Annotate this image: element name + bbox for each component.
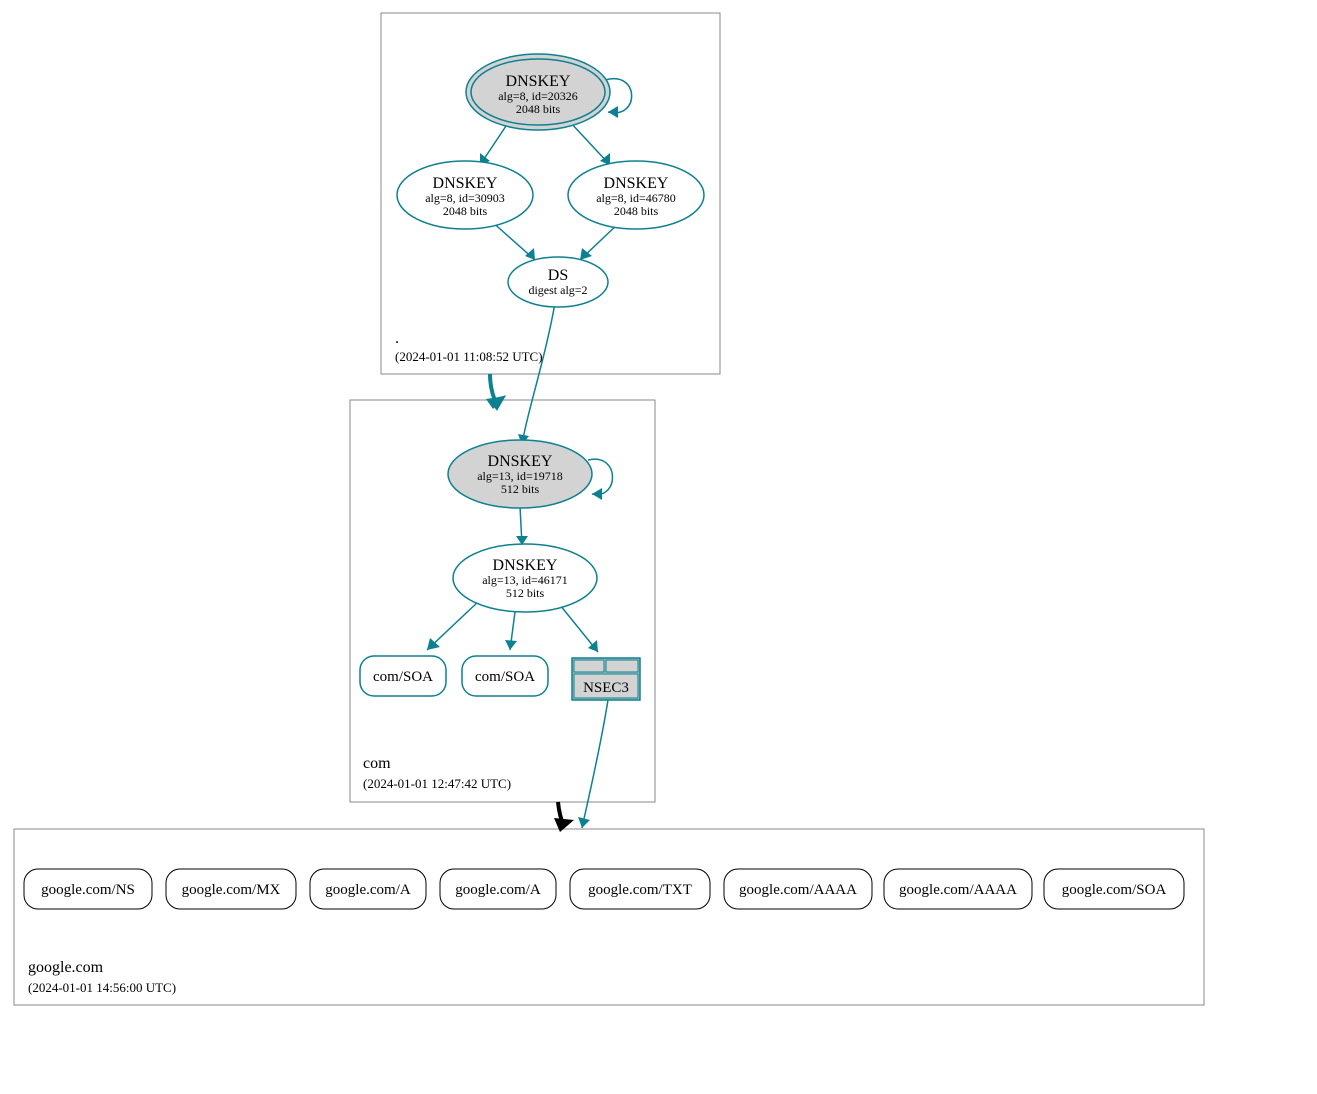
svg-text:2048 bits: 2048 bits — [614, 204, 659, 218]
svg-text:com/SOA: com/SOA — [475, 669, 535, 685]
node-google-aaaa2: google.com/AAAA — [884, 869, 1032, 909]
svg-text:DNSKEY: DNSKEY — [493, 557, 558, 574]
node-google-mx: google.com/MX — [166, 869, 296, 909]
svg-text:digest alg=2: digest alg=2 — [528, 283, 587, 297]
svg-text:google.com/SOA: google.com/SOA — [1062, 882, 1167, 898]
zone-timestamp-com: (2024-01-01 12:47:42 UTC) — [363, 776, 511, 791]
svg-text:512 bits: 512 bits — [506, 586, 545, 600]
svg-text:DNSKEY: DNSKEY — [433, 175, 498, 192]
svg-text:google.com/AAAA: google.com/AAAA — [899, 882, 1017, 898]
svg-text:NSEC3: NSEC3 — [583, 680, 629, 696]
svg-text:google.com/AAAA: google.com/AAAA — [739, 882, 857, 898]
node-google-a2: google.com/A — [440, 869, 556, 909]
svg-text:DS: DS — [548, 267, 568, 284]
zone-timestamp-google: (2024-01-01 14:56:00 UTC) — [28, 980, 176, 995]
node-root-zsk1: DNSKEY alg=8, id=30903 2048 bits — [397, 161, 533, 229]
node-nsec3: NSEC3 — [572, 658, 640, 700]
node-com-ksk: DNSKEY alg=13, id=19718 512 bits — [448, 440, 592, 508]
node-google-aaaa1: google.com/AAAA — [724, 869, 872, 909]
node-google-a1: google.com/A — [310, 869, 426, 909]
zone-label-root: . — [395, 330, 399, 347]
svg-text:alg=8, id=30903: alg=8, id=30903 — [425, 191, 505, 205]
node-root-zsk2: DNSKEY alg=8, id=46780 2048 bits — [568, 161, 704, 229]
zone-box-google — [14, 829, 1204, 1005]
zone-label-com: com — [363, 755, 391, 772]
node-com-soa1: com/SOA — [360, 656, 446, 696]
svg-text:google.com/A: google.com/A — [325, 882, 411, 898]
svg-text:alg=13, id=19718: alg=13, id=19718 — [477, 469, 563, 483]
svg-text:com/SOA: com/SOA — [373, 669, 433, 685]
svg-text:DNSKEY: DNSKEY — [506, 73, 571, 90]
svg-text:alg=8, id=20326: alg=8, id=20326 — [498, 89, 578, 103]
node-google-soa: google.com/SOA — [1044, 869, 1184, 909]
svg-text:google.com/TXT: google.com/TXT — [588, 882, 692, 898]
svg-text:2048 bits: 2048 bits — [443, 204, 488, 218]
svg-text:google.com/NS: google.com/NS — [41, 882, 135, 898]
svg-text:google.com/A: google.com/A — [455, 882, 541, 898]
svg-text:DNSKEY: DNSKEY — [488, 453, 553, 470]
svg-text:512 bits: 512 bits — [501, 482, 540, 496]
svg-text:alg=8, id=46780: alg=8, id=46780 — [596, 191, 676, 205]
dnssec-diagram: DNSKEY alg=8, id=20326 2048 bits DNSKEY … — [0, 0, 1317, 1094]
svg-text:google.com/MX: google.com/MX — [182, 882, 281, 898]
zone-label-google: google.com — [28, 959, 104, 976]
node-google-ns: google.com/NS — [24, 869, 152, 909]
node-com-zsk: DNSKEY alg=13, id=46171 512 bits — [453, 544, 597, 612]
node-root-ksk: DNSKEY alg=8, id=20326 2048 bits — [466, 54, 610, 130]
node-root-ds: DS digest alg=2 — [508, 257, 608, 307]
svg-text:DNSKEY: DNSKEY — [604, 175, 669, 192]
node-google-txt: google.com/TXT — [570, 869, 710, 909]
svg-text:2048 bits: 2048 bits — [516, 102, 561, 116]
svg-text:alg=13, id=46171: alg=13, id=46171 — [482, 573, 568, 587]
node-com-soa2: com/SOA — [462, 656, 548, 696]
zone-timestamp-root: (2024-01-01 11:08:52 UTC) — [395, 349, 543, 364]
